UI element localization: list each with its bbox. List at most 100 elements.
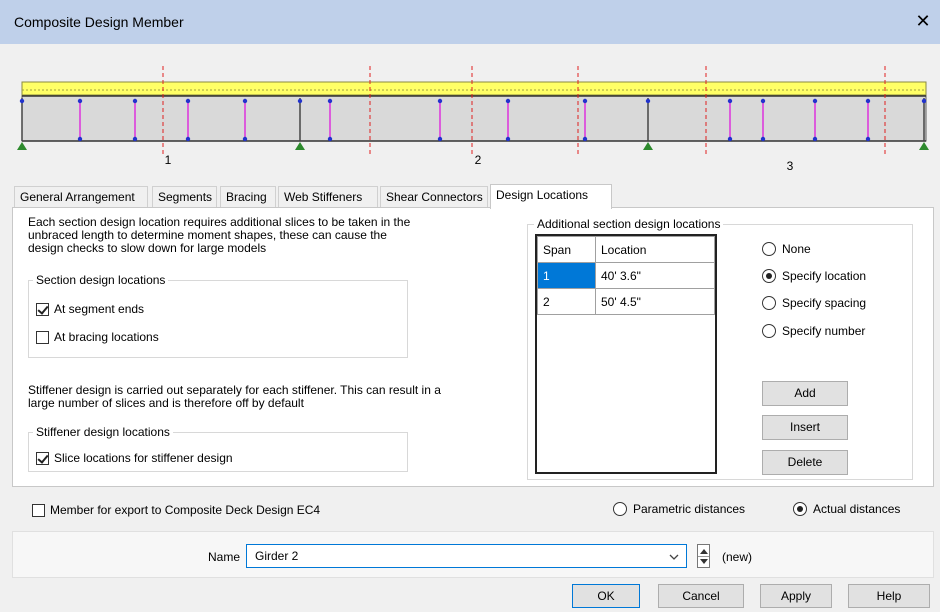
top-flange-slab <box>21 81 927 96</box>
radio-specify-number-label: Specify number <box>782 324 866 338</box>
column-header-span[interactable]: Span <box>537 236 596 263</box>
bracing-node <box>132 136 138 142</box>
bracing-node <box>327 98 333 104</box>
checkbox-box[interactable] <box>36 302 49 316</box>
parametric-distances-label: Parametric distances <box>633 502 746 516</box>
stiffener-text: Stiffener design is carried out separate… <box>28 383 441 410</box>
bracing-node <box>812 98 818 104</box>
cancel-button[interactable]: Cancel <box>658 584 744 608</box>
insert-button[interactable]: Insert <box>762 415 848 440</box>
bracing-node <box>185 98 191 104</box>
additional-group-title: Additional section design locations <box>534 217 724 231</box>
support-node <box>19 98 25 104</box>
bracing-node <box>185 136 191 142</box>
bracing-node <box>505 136 511 142</box>
export-ec4-checkbox[interactable]: Member for export to Composite Deck Desi… <box>32 503 320 517</box>
bracing-node <box>132 98 138 104</box>
section-design-locations-group <box>28 280 408 358</box>
cell-span[interactable]: 1 <box>537 262 596 289</box>
spin-down-icon[interactable] <box>700 559 708 564</box>
cell-location[interactable]: 40' 3.6" <box>595 262 715 289</box>
radio-none-label: None <box>782 242 811 256</box>
actual-distances-label: Actual distances <box>813 502 901 516</box>
intro-text: Each section design location requires ad… <box>28 215 411 255</box>
radio-specify-location[interactable]: Specify location <box>762 269 866 283</box>
span-label-1: 1 <box>165 153 172 167</box>
apply-button[interactable]: Apply <box>760 584 832 608</box>
table-header-row: Span Location <box>537 236 715 263</box>
bracing-node <box>727 98 733 104</box>
slice-locations-label: Slice locations for stiffener design <box>54 451 233 465</box>
at-bracing-locations-checkbox[interactable]: At bracing locations <box>36 330 159 344</box>
tab-strip: General Arrangement Segments Bracing Web… <box>14 184 914 209</box>
support-node <box>297 98 303 104</box>
bracing-node <box>865 136 871 142</box>
window-title: Composite Design Member <box>14 14 184 30</box>
bracing-node <box>582 98 588 104</box>
delete-button[interactable]: Delete <box>762 450 848 475</box>
tab-design-locations[interactable]: Design Locations <box>490 184 612 209</box>
radio-circle[interactable] <box>762 296 776 310</box>
slice-locations-checkbox[interactable]: Slice locations for stiffener design <box>36 451 233 465</box>
tab-segments[interactable]: Segments <box>152 186 217 208</box>
ok-button[interactable]: OK <box>572 584 640 608</box>
checkbox-box[interactable] <box>36 330 49 344</box>
column-header-location[interactable]: Location <box>595 236 715 263</box>
radio-actual-distances[interactable]: Actual distances <box>793 502 900 516</box>
bracing-node <box>727 136 733 142</box>
checkbox-box[interactable] <box>36 451 49 465</box>
bracing-node <box>77 136 83 142</box>
bracing-node <box>812 136 818 142</box>
radio-circle[interactable] <box>762 242 776 256</box>
chevron-down-icon[interactable] <box>669 554 679 560</box>
spin-divider <box>698 556 709 557</box>
cell-span[interactable]: 2 <box>537 288 596 315</box>
name-combobox[interactable]: Girder 2 <box>246 544 687 568</box>
bracing-node <box>242 98 248 104</box>
support-icon <box>17 142 27 150</box>
radio-specify-spacing[interactable]: Specify spacing <box>762 296 866 310</box>
at-segment-ends-label: At segment ends <box>54 302 145 316</box>
radio-specify-number[interactable]: Specify number <box>762 324 865 338</box>
name-spinner[interactable] <box>697 544 710 568</box>
bracing-node <box>437 136 443 142</box>
girder-web <box>21 95 927 142</box>
bracing-node <box>865 98 871 104</box>
bracing-node <box>77 98 83 104</box>
radio-circle[interactable] <box>613 502 627 516</box>
bracing-node <box>327 136 333 142</box>
at-bracing-locations-label: At bracing locations <box>54 330 159 344</box>
section-group-title: Section design locations <box>33 273 169 287</box>
bracing-node <box>505 98 511 104</box>
support-icon <box>295 142 305 150</box>
radio-circle[interactable] <box>762 324 776 338</box>
radio-parametric-distances[interactable]: Parametric distances <box>613 502 745 516</box>
radio-none[interactable]: None <box>762 242 811 256</box>
bracing-node <box>582 136 588 142</box>
tab-web-stiffeners[interactable]: Web Stiffeners <box>278 186 378 208</box>
radio-circle[interactable] <box>762 269 776 283</box>
add-button[interactable]: Add <box>762 381 848 406</box>
spin-up-icon[interactable] <box>700 549 708 554</box>
support-icon <box>643 142 653 150</box>
bracing-node <box>760 136 766 142</box>
help-button[interactable]: Help <box>848 584 930 608</box>
cell-location[interactable]: 50' 4.5" <box>595 288 715 315</box>
bracing-node <box>242 136 248 142</box>
radio-specify-location-label: Specify location <box>782 269 867 283</box>
tab-shear-connectors[interactable]: Shear Connectors <box>380 186 488 208</box>
at-segment-ends-checkbox[interactable]: At segment ends <box>36 302 144 316</box>
locations-table[interactable]: Span Location 1 40' 3.6" 2 50' 4.5" <box>535 234 717 474</box>
bracing-node <box>437 98 443 104</box>
table-row[interactable]: 1 40' 3.6" <box>537 262 715 289</box>
tab-general-arrangement[interactable]: General Arrangement <box>14 186 148 208</box>
span-label-3: 3 <box>787 159 794 173</box>
radio-circle[interactable] <box>793 502 807 516</box>
support-node <box>921 98 927 104</box>
checkbox-box[interactable] <box>32 503 45 517</box>
close-icon[interactable]: ✕ <box>912 10 934 32</box>
support-node <box>645 98 651 104</box>
tab-bracing[interactable]: Bracing <box>220 186 276 208</box>
member-diagram: 1 2 3 <box>17 66 929 173</box>
table-row[interactable]: 2 50' 4.5" <box>537 288 715 315</box>
